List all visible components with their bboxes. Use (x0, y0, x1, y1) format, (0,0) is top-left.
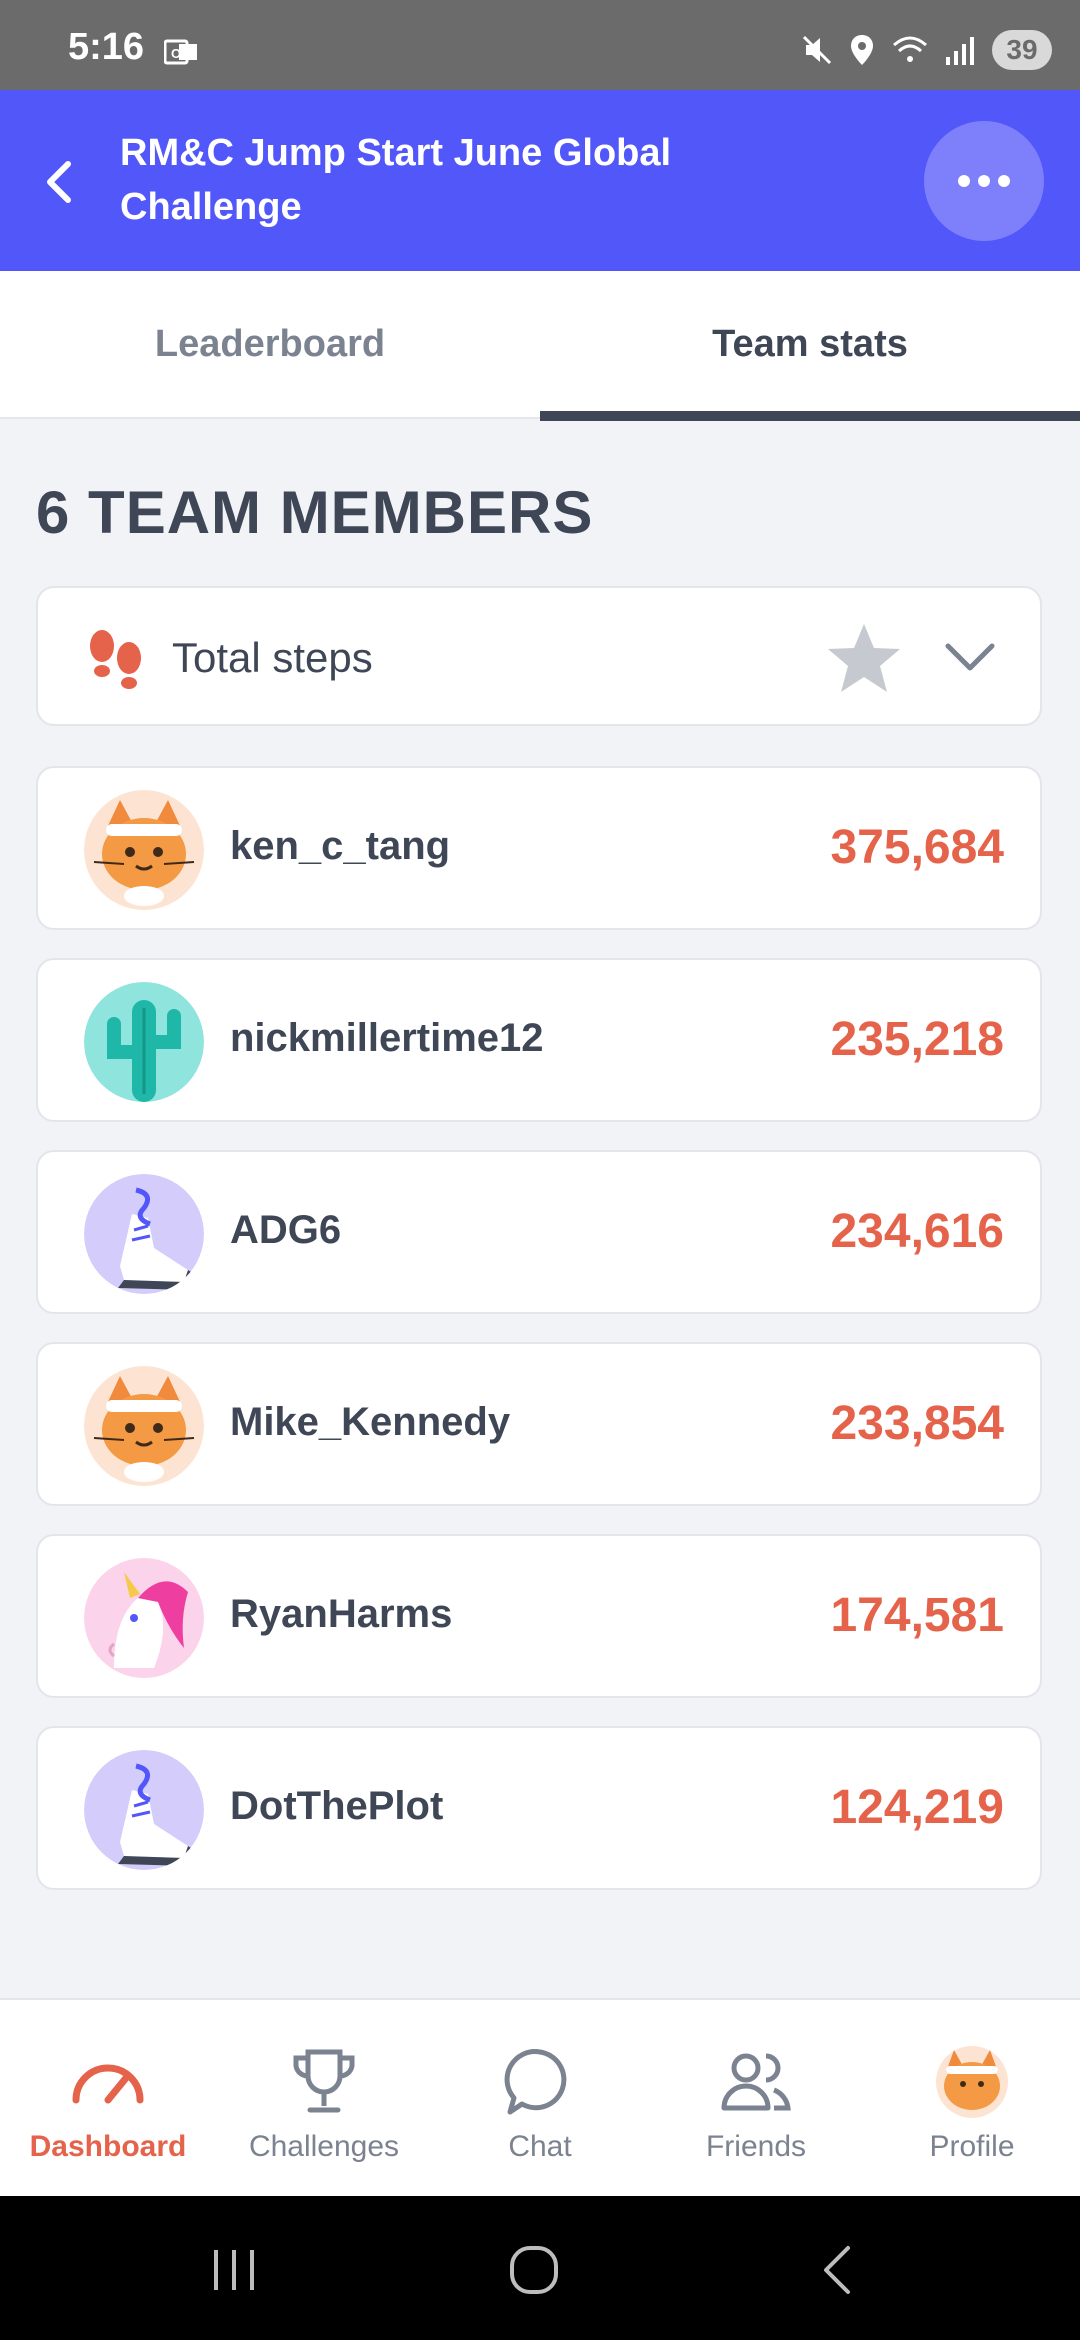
outlook-icon: O (164, 39, 197, 65)
system-nav-bar (0, 2196, 1080, 2340)
friends-icon (721, 2053, 791, 2111)
nav-chat[interactable]: Chat (432, 2000, 648, 2198)
mute-icon (802, 35, 832, 65)
member-name: DotThePlot (230, 1784, 444, 1828)
cat-icon (84, 790, 204, 910)
member-steps: 174,581 (830, 1589, 1004, 1642)
wifi-icon (893, 36, 927, 62)
member-row[interactable]: ken_c_tang 375,684 (36, 766, 1042, 930)
unicorn-icon (84, 1558, 204, 1678)
svg-text:O: O (171, 46, 181, 61)
signal-icon (946, 37, 974, 65)
member-name: ken_c_tang (230, 824, 451, 868)
cactus-icon (84, 982, 204, 1102)
metric-selector[interactable]: Total steps (36, 586, 1042, 726)
chat-bubble-icon (504, 2049, 567, 2115)
chevron-down-icon[interactable] (942, 632, 998, 682)
metric-label: Total steps (172, 634, 373, 681)
star-icon[interactable] (824, 618, 904, 698)
back-arrow-icon[interactable] (30, 152, 90, 212)
nav-label: Chat (508, 2130, 572, 2163)
member-row[interactable]: nickmillertime12 235,218 (36, 958, 1042, 1122)
sneaker-icon (84, 1750, 204, 1870)
tab-leaderboard[interactable]: Leaderboard (0, 271, 540, 417)
member-row[interactable]: DotThePlot 124,219 (36, 1726, 1042, 1890)
nav-profile[interactable]: Profile (864, 2000, 1080, 2198)
battery-indicator: 39 (992, 30, 1052, 70)
nav-label: Profile (929, 2130, 1015, 2163)
tab-team-stats[interactable]: Team stats (540, 271, 1080, 417)
more-options-button[interactable] (924, 121, 1044, 241)
member-name: Mike_Kennedy (230, 1400, 511, 1444)
avatar (936, 2046, 1008, 2118)
home-icon[interactable] (504, 2240, 564, 2300)
member-name: ADG6 (230, 1208, 342, 1252)
member-steps: 235,218 (830, 1013, 1004, 1066)
member-steps: 124,219 (830, 1781, 1004, 1834)
status-icons: 39 (800, 30, 1052, 70)
status-time: 5:16 (68, 26, 145, 68)
cat-icon (84, 1366, 204, 1486)
member-row[interactable]: Mike_Kennedy 233,854 (36, 1342, 1042, 1506)
location-icon (851, 35, 873, 65)
nav-dashboard[interactable]: Dashboard (0, 2000, 216, 2198)
nav-label: Challenges (248, 2130, 400, 2163)
nav-label: Friends (705, 2130, 807, 2163)
active-tab-indicator (540, 411, 1080, 421)
footprints-icon (90, 630, 141, 689)
nav-friends[interactable]: Friends (648, 2000, 864, 2198)
speedometer-icon (72, 2064, 144, 2104)
member-steps: 233,854 (830, 1397, 1004, 1450)
bottom-nav: Dashboard Challenges Chat Friends Profil… (0, 1998, 1080, 2198)
nav-label: Dashboard (29, 2130, 187, 2163)
ellipsis-icon (958, 175, 1010, 187)
challenge-title: RM&C Jump Start June Global Challenge (120, 132, 672, 228)
tab-bar: Leaderboard Team stats (0, 271, 1080, 421)
member-row[interactable]: ADG6 234,616 (36, 1150, 1042, 1314)
team-member-list: ken_c_tang 375,684 nickmillertime12 235,… (36, 766, 1042, 1918)
member-steps: 375,684 (830, 821, 1004, 874)
trophy-icon (293, 2049, 355, 2113)
recent-apps-icon[interactable] (204, 2240, 264, 2300)
member-name: RyanHarms (230, 1592, 453, 1636)
status-bar: 5:16 O 39 (0, 0, 1080, 90)
back-icon[interactable] (808, 2240, 868, 2300)
team-members-count: 6 TEAM MEMBERS (36, 479, 594, 546)
app-header: RM&C Jump Start June Global Challenge (0, 90, 1080, 271)
member-row[interactable]: RyanHarms 174,581 (36, 1534, 1042, 1698)
member-steps: 234,616 (830, 1205, 1004, 1258)
sneaker-icon (84, 1174, 204, 1294)
nav-challenges[interactable]: Challenges (216, 2000, 432, 2198)
member-name: nickmillertime12 (230, 1016, 544, 1060)
